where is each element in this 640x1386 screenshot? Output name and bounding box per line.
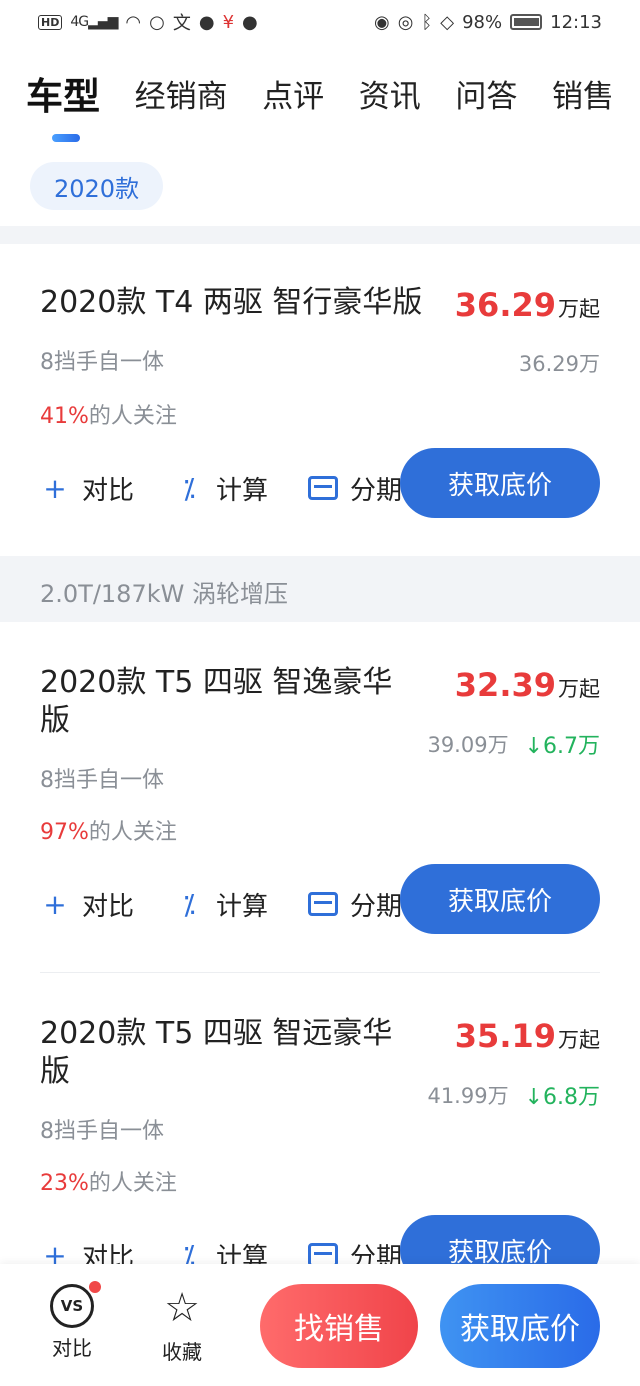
- calculate-label: 计算: [216, 891, 269, 922]
- credit-card-icon: [308, 476, 339, 500]
- favorite-star-icon: ☆: [164, 1285, 200, 1331]
- calculator-icon: ⁒: [182, 471, 196, 505]
- tab-sales[interactable]: 销售: [552, 70, 614, 124]
- find-sales-button[interactable]: 找销售: [260, 1284, 418, 1368]
- car-name: 2020款 T5 四驱 智逸豪华版: [40, 665, 393, 738]
- compare-nav-button[interactable]: VS 对比: [40, 1281, 104, 1361]
- installment-action[interactable]: 分期: [308, 470, 402, 507]
- price-drop: ↓6.8万: [524, 1085, 600, 1110]
- attention-label: 的人关注: [88, 1171, 177, 1196]
- wifi-icon: ◠: [125, 11, 142, 33]
- battery-percent: 98%: [462, 11, 503, 33]
- compare-nav-label: 对比: [52, 1336, 92, 1360]
- car-card[interactable]: 2020款 T5 四驱 智远豪华版 35.19万起 41.99万 ↓6.8万 8…: [0, 973, 640, 1285]
- status-left: HD 4G▂▄▆ ◠ ○ 文 ● ¥ ●: [38, 9, 258, 35]
- price-block: 35.19万起: [455, 1017, 600, 1055]
- vs-icon-text: VS: [60, 1297, 84, 1315]
- price-value: 36.29: [454, 286, 556, 324]
- status-right: ◉ ◎ ᛒ ◇ 98% 12:13: [374, 12, 602, 33]
- compare-label: 对比: [82, 891, 135, 922]
- tab-reviews[interactable]: 点评: [262, 70, 324, 124]
- price-drop: ↓6.7万: [524, 734, 600, 759]
- transmission-spec: 8挡手自一体: [40, 1119, 164, 1144]
- attention-percent: 23%: [40, 1171, 89, 1196]
- translate-icon: 文: [172, 13, 191, 34]
- tab-dealers[interactable]: 经销商: [135, 70, 228, 124]
- engine-group-header: 2.0T/187kW 涡轮增压: [0, 556, 640, 622]
- message-icon: ●: [242, 11, 258, 33]
- price-suffix: 万起: [558, 677, 600, 701]
- mute-icon: ◇: [440, 11, 455, 33]
- transmission-spec: 8挡手自一体: [40, 768, 164, 793]
- engine-group-label: 2.0T/187kW 涡轮增压: [40, 580, 288, 608]
- guide-price: 39.09万: [427, 733, 509, 757]
- calculate-label: 计算: [216, 475, 269, 506]
- compare-action[interactable]: + 对比: [40, 886, 134, 923]
- bluetooth-icon: ᛒ: [421, 11, 433, 33]
- car-name: 2020款 T4 两驱 智行豪华版: [40, 285, 423, 320]
- attention-percent: 97%: [40, 820, 89, 845]
- guide-price: 36.29万: [518, 352, 600, 376]
- price-suffix: 万起: [558, 297, 600, 321]
- plus-icon: +: [43, 471, 67, 505]
- attention-text: 23%的人关注: [40, 1165, 177, 1197]
- installment-label: 分期: [350, 891, 403, 922]
- car-card[interactable]: 2020款 T4 两驱 智行豪华版 36.29万起 36.29万 8挡手自一体 …: [0, 244, 640, 556]
- attention-percent: 41%: [40, 404, 89, 429]
- car-card[interactable]: 2020款 T5 四驱 智逸豪华版 32.39万起 39.09万 ↓6.7万 8…: [0, 622, 640, 972]
- guide-price-row: 36.29万: [519, 348, 600, 378]
- clock: 12:13: [550, 11, 602, 33]
- installment-label: 分期: [350, 475, 403, 506]
- search-icon: ○: [149, 11, 165, 33]
- transmission-spec: 8挡手自一体: [40, 350, 164, 375]
- active-tab-indicator: [52, 134, 80, 142]
- get-price-button[interactable]: 获取底价: [400, 448, 600, 518]
- calculate-action[interactable]: ⁒ 计算: [174, 470, 268, 507]
- bottom-action-bar: VS 对比 ☆ 收藏 找销售 获取底价: [0, 1264, 640, 1386]
- attention-text: 97%的人关注: [40, 814, 177, 846]
- attention-text: 41%的人关注: [40, 398, 177, 430]
- wechat-icon: ●: [198, 11, 215, 33]
- compare-action[interactable]: + 对比: [40, 470, 134, 507]
- price-value: 32.39: [454, 666, 556, 704]
- signal-icon: 4G▂▄▆: [70, 14, 118, 30]
- year-filter-chip[interactable]: 2020款: [30, 162, 164, 210]
- price-block: 36.29万起: [455, 286, 600, 324]
- price-block: 32.39万起: [455, 666, 600, 704]
- tab-models[interactable]: 车型: [26, 70, 100, 124]
- section-separator: [0, 226, 640, 244]
- tab-qa[interactable]: 问答: [455, 70, 517, 124]
- attention-label: 的人关注: [88, 404, 177, 429]
- get-price-button[interactable]: 获取底价: [400, 864, 600, 934]
- alarm-icon: ◎: [397, 11, 414, 33]
- battery-icon: [510, 14, 543, 30]
- attention-label: 的人关注: [88, 820, 177, 845]
- eye-icon: ◉: [374, 11, 390, 33]
- notification-dot: [89, 1281, 101, 1293]
- guide-price-row: 41.99万 ↓6.8万: [427, 1079, 600, 1111]
- calculator-icon: ⁒: [182, 887, 196, 921]
- price-value: 35.19: [454, 1017, 556, 1055]
- vs-icon: VS: [50, 1281, 101, 1328]
- network-label: 4G: [70, 14, 89, 30]
- plus-icon: +: [43, 887, 67, 921]
- card-actions: + 对比 ⁒ 计算 分期: [40, 882, 402, 926]
- bottom-get-price-button[interactable]: 获取底价: [440, 1284, 600, 1368]
- guide-price-row: 39.09万 ↓6.7万: [427, 728, 600, 760]
- car-name: 2020款 T5 四驱 智远豪华版: [40, 1016, 393, 1089]
- price-suffix: 万起: [558, 1028, 600, 1052]
- tab-news[interactable]: 资讯: [359, 70, 421, 124]
- compare-label: 对比: [82, 475, 135, 506]
- guide-price: 41.99万: [427, 1084, 509, 1108]
- card-actions: + 对比 ⁒ 计算 分期: [40, 466, 402, 510]
- yen-icon: ¥: [222, 11, 235, 33]
- favorite-nav-button[interactable]: ☆ 收藏: [150, 1284, 214, 1365]
- hd-icon: HD: [38, 14, 63, 30]
- installment-action[interactable]: 分期: [308, 886, 402, 923]
- favorite-nav-label: 收藏: [162, 1340, 202, 1364]
- calculate-action[interactable]: ⁒ 计算: [174, 886, 268, 923]
- credit-card-icon: [308, 892, 339, 916]
- status-bar: HD 4G▂▄▆ ◠ ○ 文 ● ¥ ● ◉ ◎ ᛒ ◇ 98% 12:13: [0, 0, 640, 44]
- tab-bar: 车型 经销商 点评 资讯 问答 销售: [26, 70, 614, 142]
